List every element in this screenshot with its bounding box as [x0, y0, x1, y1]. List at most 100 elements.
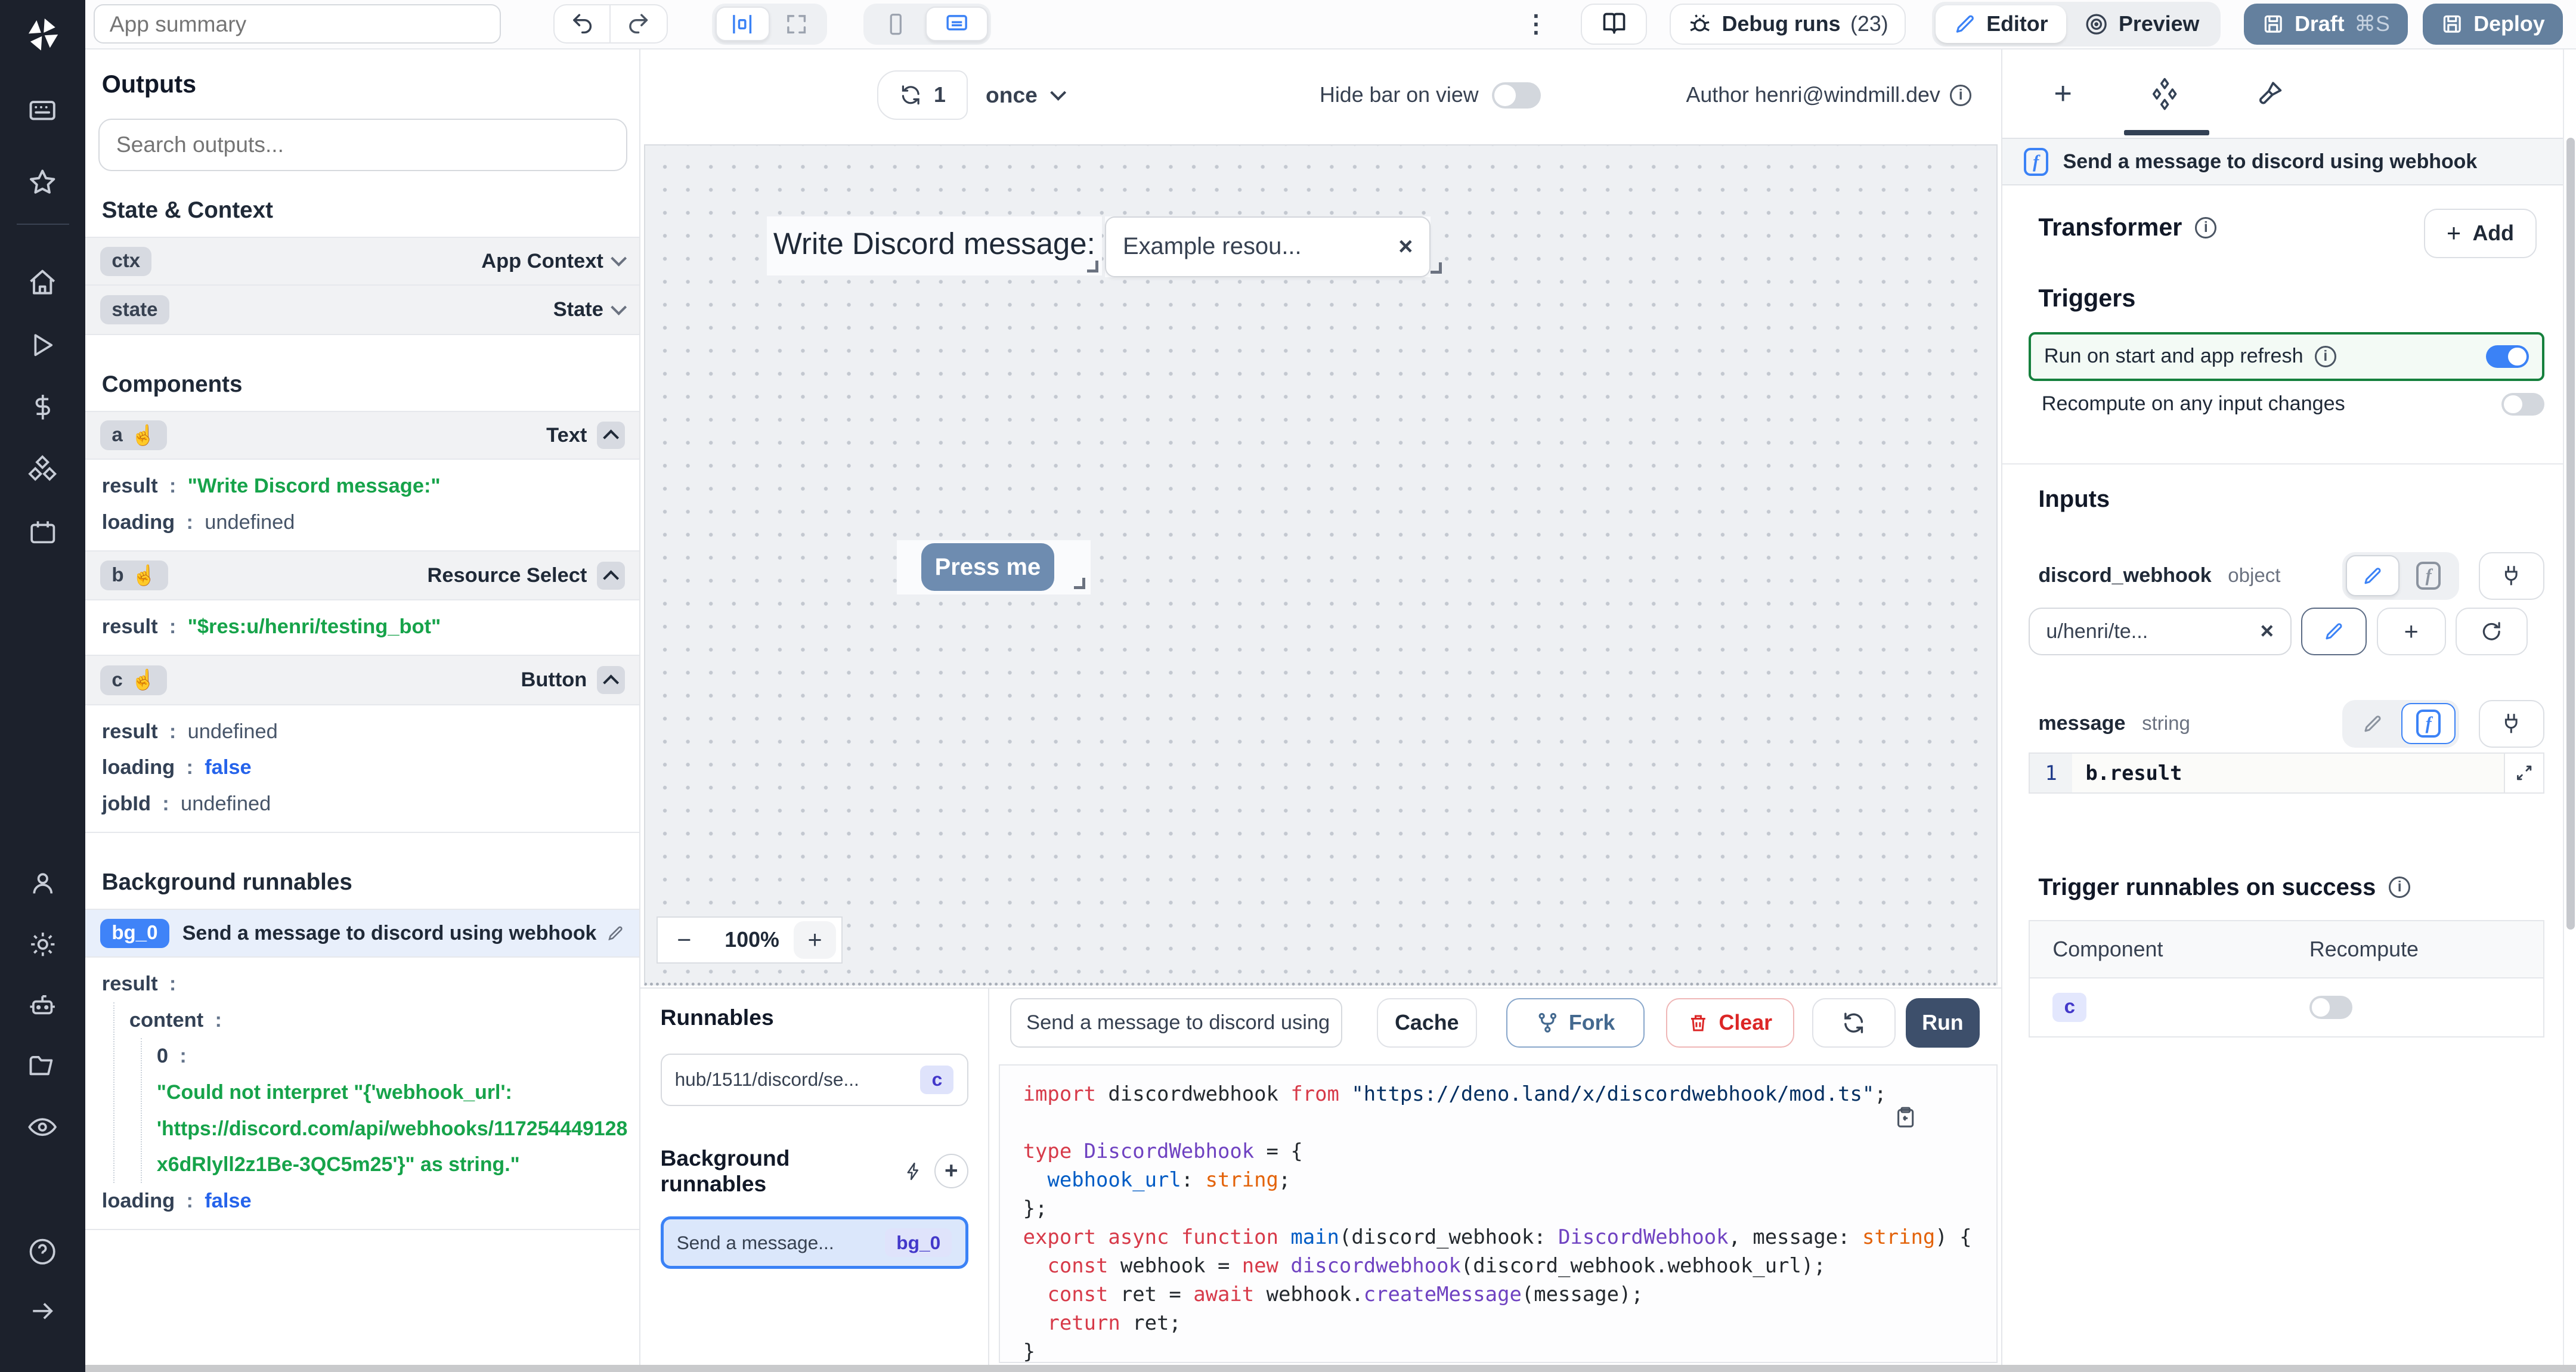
interval-select[interactable]: once	[986, 70, 1066, 120]
component-row-a[interactable]: a ☝ Text	[85, 410, 640, 460]
help-icon[interactable]	[0, 1224, 85, 1280]
edit-resource-button[interactable]	[2301, 608, 2367, 656]
collapse-arrow-icon[interactable]	[0, 1283, 85, 1339]
expand-icon	[787, 14, 806, 33]
info-icon[interactable]: i	[2314, 345, 2336, 367]
info-icon[interactable]: i	[2389, 877, 2411, 899]
add-background-runnable-button[interactable]: +	[934, 1154, 968, 1189]
desktop-view-button[interactable]	[925, 7, 988, 42]
variables-icon[interactable]	[0, 379, 85, 435]
background-runnable-item-selected[interactable]: Send a message... bg_0	[660, 1216, 968, 1269]
refresh-count-button[interactable]: 1	[877, 70, 968, 120]
collapse-button[interactable]	[596, 561, 625, 590]
fullwidth-layout-button[interactable]	[770, 7, 824, 41]
text-component[interactable]: Write Discord message:	[766, 216, 1102, 276]
add-transformer-button[interactable]: + Add	[2424, 208, 2537, 258]
fork-button[interactable]: Fork	[1506, 998, 1645, 1048]
component-row-c[interactable]: c ☝ Button	[85, 656, 640, 705]
draft-button[interactable]: Draft ⌘S	[2243, 3, 2408, 45]
workers-robot-icon[interactable]	[0, 977, 85, 1033]
tab-preview[interactable]: Preview	[2066, 5, 2218, 43]
mobile-view-button[interactable]	[866, 7, 925, 41]
right-panel-tabs: +	[2002, 49, 2563, 137]
output-value: undefined	[181, 792, 271, 815]
runnables-title: Runnables	[660, 1005, 774, 1030]
clear-button[interactable]: Clear	[1665, 998, 1794, 1048]
deploy-button[interactable]: Deploy	[2422, 3, 2563, 45]
center-layout-button[interactable]	[715, 7, 770, 42]
reload-button[interactable]	[1812, 998, 1896, 1048]
triggers-title: Triggers	[2038, 284, 2136, 312]
vertical-scrollbar[interactable]	[2562, 49, 2576, 1372]
runnable-item[interactable]: hub/1511/discord/se... c	[660, 1053, 968, 1107]
code-editor[interactable]: import discordwebhook from "https://deno…	[999, 1064, 1998, 1363]
debug-runs-button[interactable]: Debug runs (23)	[1670, 3, 1906, 45]
audit-eye-icon[interactable]	[0, 1099, 85, 1155]
resize-handle[interactable]	[1087, 261, 1099, 272]
app-canvas[interactable]: Write Discord message: Example resou... …	[643, 144, 1998, 986]
info-icon[interactable]: i	[1950, 84, 1972, 106]
table-header-row: Component Recompute	[2029, 921, 2543, 979]
resource-select-component[interactable]: Example resou... ×	[1105, 216, 1431, 277]
favorites-star-icon[interactable]	[0, 154, 85, 210]
eval-mode-button[interactable]: f	[2401, 703, 2456, 745]
undo-button[interactable]	[555, 5, 611, 43]
runnable-name-input[interactable]: Send a message to discord using	[1010, 998, 1342, 1048]
clear-x-icon[interactable]: ×	[1398, 233, 1413, 261]
run-on-start-toggle[interactable]	[2486, 345, 2529, 368]
docs-button[interactable]	[1581, 3, 1647, 45]
tab-settings[interactable]	[2144, 72, 2187, 115]
windmill-logo-icon[interactable]	[0, 0, 85, 69]
collapse-button[interactable]	[596, 421, 625, 450]
zoom-out-button[interactable]: −	[658, 926, 710, 954]
scrollbar-thumb[interactable]	[2566, 138, 2575, 930]
resource-path-field[interactable]: u/henri/te... ×	[2028, 608, 2292, 656]
app-switcher-icon[interactable]	[0, 82, 85, 138]
runs-icon[interactable]	[0, 317, 85, 373]
create-resource-button[interactable]: +	[2376, 608, 2446, 656]
horizontal-scrollbar[interactable]	[85, 1365, 2576, 1372]
settings-gear-icon[interactable]	[0, 916, 85, 973]
refresh-resources-button[interactable]	[2456, 608, 2528, 656]
tab-styling[interactable]	[2249, 72, 2292, 115]
connect-plug-button[interactable]	[2478, 699, 2544, 748]
resize-handle[interactable]	[1430, 262, 1442, 274]
connect-plug-button[interactable]	[2478, 552, 2544, 600]
static-mode-button[interactable]	[2346, 703, 2400, 744]
copy-icon[interactable]	[1893, 1105, 1918, 1129]
hide-bar-toggle[interactable]	[1491, 82, 1541, 109]
resize-handle[interactable]	[1074, 578, 1086, 590]
recompute-toggle[interactable]	[2501, 392, 2544, 416]
more-menu-button[interactable]: ⋮	[1510, 10, 1561, 38]
background-runnable-row-bg0[interactable]: bg_0 Send a message to discord using web…	[85, 908, 640, 958]
redo-button[interactable]	[611, 5, 667, 42]
clear-x-icon[interactable]: ×	[2261, 618, 2274, 645]
users-icon[interactable]	[0, 856, 85, 912]
search-outputs-input[interactable]	[98, 118, 628, 171]
static-mode-button[interactable]	[2345, 555, 2400, 597]
recompute-c-toggle[interactable]	[2309, 996, 2352, 1019]
tab-editor[interactable]: Editor	[1935, 5, 2066, 43]
output-row-ctx[interactable]: ctx App Context	[85, 236, 640, 286]
home-icon[interactable]	[0, 255, 85, 311]
edit-pencil-icon[interactable]	[606, 924, 624, 942]
output-key: loading	[101, 1189, 175, 1212]
cache-button[interactable]: Cache	[1376, 998, 1477, 1048]
zoom-in-button[interactable]: +	[793, 921, 837, 959]
component-row-b[interactable]: b ☝ Resource Select	[85, 551, 640, 601]
tab-insert[interactable]: +	[2042, 72, 2085, 115]
output-row-state[interactable]: state State	[85, 286, 640, 336]
message-expression-editor[interactable]: 1 b.result	[2028, 752, 2544, 794]
press-me-button[interactable]: Press me	[921, 543, 1054, 591]
folders-icon[interactable]	[0, 1038, 85, 1094]
info-icon[interactable]: i	[2195, 216, 2217, 239]
resources-icon[interactable]	[0, 442, 85, 498]
expand-editor-button[interactable]	[2503, 753, 2543, 792]
collapse-button[interactable]	[596, 666, 625, 695]
eval-mode-button[interactable]: f	[2401, 555, 2456, 596]
run-button[interactable]: Run	[1905, 998, 1980, 1048]
schedules-icon[interactable]	[0, 504, 85, 560]
app-summary-input[interactable]	[94, 4, 501, 44]
chevron-down-icon[interactable]	[611, 299, 627, 316]
chevron-down-icon[interactable]	[611, 250, 627, 267]
